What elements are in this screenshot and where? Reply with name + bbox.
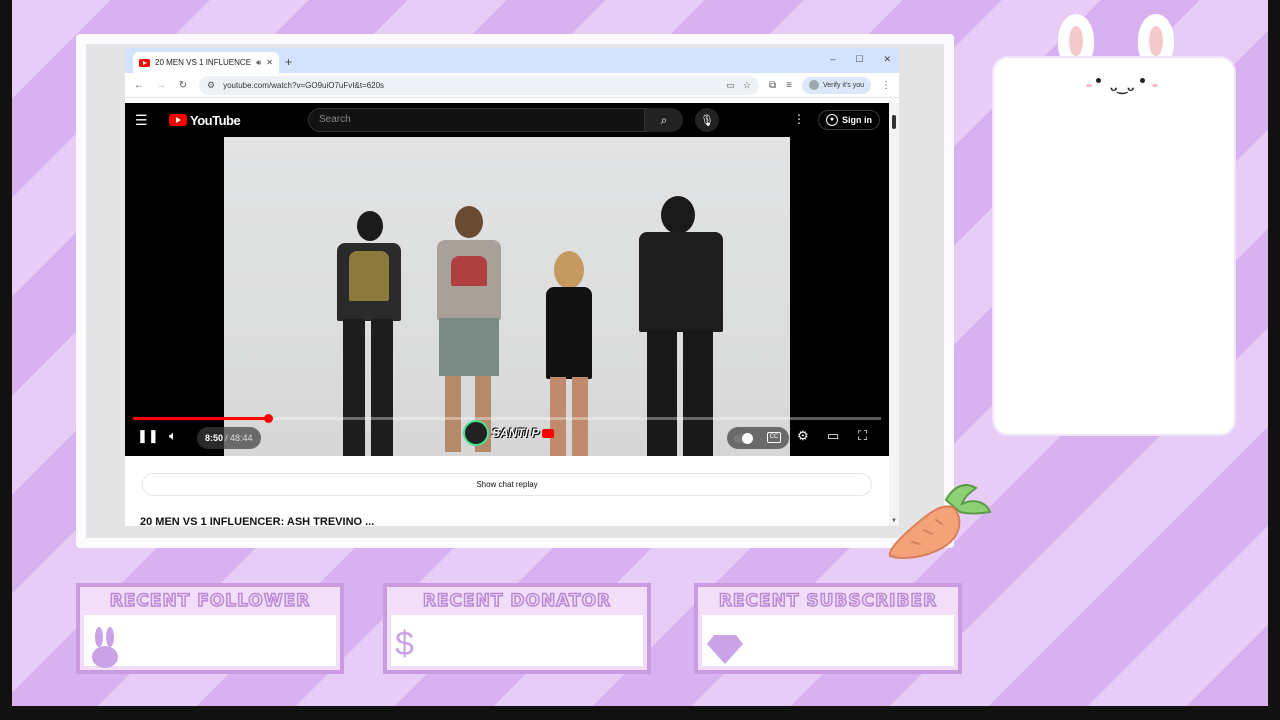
speaker-icon[interactable]: 🔊︎ xyxy=(256,58,261,68)
carrot-decoration-icon xyxy=(888,484,992,559)
reload-icon[interactable]: ↻ xyxy=(177,80,189,91)
user-circle-icon: ● xyxy=(826,114,838,126)
youtube-play-logo-icon xyxy=(169,114,187,126)
video-frame xyxy=(224,137,790,456)
site-info-icon[interactable]: ⚙ xyxy=(207,80,215,91)
player-controls: ❚❚ 🔈︎ 8:50 / 48:44 CC ⚙ ▭ ⛶ xyxy=(125,426,889,450)
url-field[interactable]: ⚙ youtube.com/watch?v=GO9uiO7uFvI&t=620s… xyxy=(199,75,759,95)
progress-bar[interactable] xyxy=(133,414,881,423)
diamond-icon xyxy=(707,635,743,664)
recent-follower-title: RECENT FOLLOWER xyxy=(109,590,311,612)
address-bar-row: ← → ↻ ⚙ youtube.com/watch?v=GO9uiO7uFvI&… xyxy=(125,73,899,98)
youtube-page: ☰ YouTube Search ⌕ 🎙︎ ⋮ ● Sign in SANTI … xyxy=(125,103,889,456)
tab-strip: 20 MEN VS 1 INFLUENCER: 🔊︎ ✕ + – ☐ ✕ xyxy=(125,48,899,73)
search-button[interactable]: ⌕ xyxy=(645,108,683,132)
dollar-icon: $ xyxy=(395,625,414,663)
extensions-icon[interactable]: ⧉ xyxy=(769,80,776,91)
minimize-button[interactable]: – xyxy=(830,54,835,65)
camera-frame-bunny-card xyxy=(994,58,1234,434)
settings-gear-icon[interactable]: ⚙ xyxy=(797,428,809,444)
theater-mode-icon[interactable]: ▭ xyxy=(827,428,839,444)
bunny-icon xyxy=(92,627,118,668)
browser-window: 20 MEN VS 1 INFLUENCER: 🔊︎ ✕ + – ☐ ✕ ← →… xyxy=(125,48,899,526)
sign-in-button[interactable]: ● Sign in xyxy=(818,110,880,130)
recent-donator-title: RECENT DONATOR xyxy=(422,590,612,612)
recent-follower-panel: RECENT FOLLOWER xyxy=(76,583,344,674)
microphone-icon: 🎙︎ xyxy=(700,114,714,127)
search-input[interactable]: Search xyxy=(308,108,645,132)
recent-subscriber-title: RECENT SUBSCRIBER xyxy=(718,590,938,612)
duration: / 48:44 xyxy=(225,433,253,443)
recent-subscriber-panel: RECENT SUBSCRIBER xyxy=(694,583,962,674)
fullscreen-icon[interactable]: ⛶ xyxy=(858,428,867,444)
youtube-logo-text: YouTube xyxy=(190,112,241,128)
verify-label: Verify it's you xyxy=(822,81,864,89)
back-arrow-icon[interactable]: ← xyxy=(133,80,145,91)
bookmark-star-icon[interactable]: ☆ xyxy=(743,80,751,91)
voice-search-button[interactable]: 🎙︎ xyxy=(695,108,719,132)
volume-icon[interactable]: 🔈︎ xyxy=(169,428,177,444)
bunny-face: ᴗ‿ᴗ xyxy=(1080,72,1160,96)
tab-youtube[interactable]: 20 MEN VS 1 INFLUENCER: 🔊︎ ✕ xyxy=(133,52,279,73)
video-player[interactable]: SANTI P ❚❚ 🔈︎ 8:50 / 48:44 CC ⚙ ▭ ⛶ xyxy=(125,137,889,456)
progress-fill xyxy=(133,417,269,420)
maximize-button[interactable]: ☐ xyxy=(855,54,863,65)
hamburger-menu-icon[interactable]: ☰ xyxy=(135,112,159,129)
video-title: 20 MEN VS 1 INFLUENCER: ASH TREVINO ... xyxy=(140,516,375,526)
media-controls-icon[interactable]: ≡ xyxy=(786,80,792,91)
scrollbar-thumb[interactable] xyxy=(892,115,896,129)
new-tab-button[interactable]: + xyxy=(285,55,292,69)
captions-icon[interactable]: CC xyxy=(767,432,781,443)
tab-title: 20 MEN VS 1 INFLUENCER: xyxy=(155,58,252,67)
window-controls: – ☐ ✕ xyxy=(830,54,891,65)
url-text: youtube.com/watch?v=GO9uiO7uFvI&t=620s xyxy=(223,80,385,90)
recent-donator-content xyxy=(391,615,643,666)
youtube-favicon-icon xyxy=(139,58,150,67)
settings-dots-icon[interactable]: ⋮ xyxy=(793,112,805,126)
sign-in-label: Sign in xyxy=(842,115,872,125)
recent-donator-panel: RECENT DONATOR $ xyxy=(383,583,651,674)
forward-arrow-icon[interactable]: → xyxy=(155,80,167,91)
verify-profile-button[interactable]: Verify it's you xyxy=(801,76,871,94)
page-scrollbar[interactable]: ▼ xyxy=(889,103,899,526)
youtube-logo[interactable]: YouTube xyxy=(169,112,241,128)
time-display: 8:50 / 48:44 xyxy=(197,427,261,449)
current-time: 8:50 xyxy=(205,433,224,443)
tab-close-icon[interactable]: ✕ xyxy=(266,58,273,67)
youtube-header: ☰ YouTube Search ⌕ 🎙︎ ⋮ ● Sign in xyxy=(125,103,889,137)
pause-icon[interactable]: ❚❚ xyxy=(137,428,159,444)
show-chat-replay-button[interactable]: Show chat replay xyxy=(142,473,872,496)
profile-avatar xyxy=(808,80,819,90)
browser-menu-icon[interactable]: ⋮ xyxy=(881,80,891,91)
close-window-button[interactable]: ✕ xyxy=(883,54,891,65)
cast-icon[interactable]: ▭ xyxy=(726,80,735,91)
bottom-letterbox xyxy=(0,706,1280,720)
autoplay-toggle[interactable] xyxy=(734,433,753,444)
search-icon: ⌕ xyxy=(660,112,668,127)
